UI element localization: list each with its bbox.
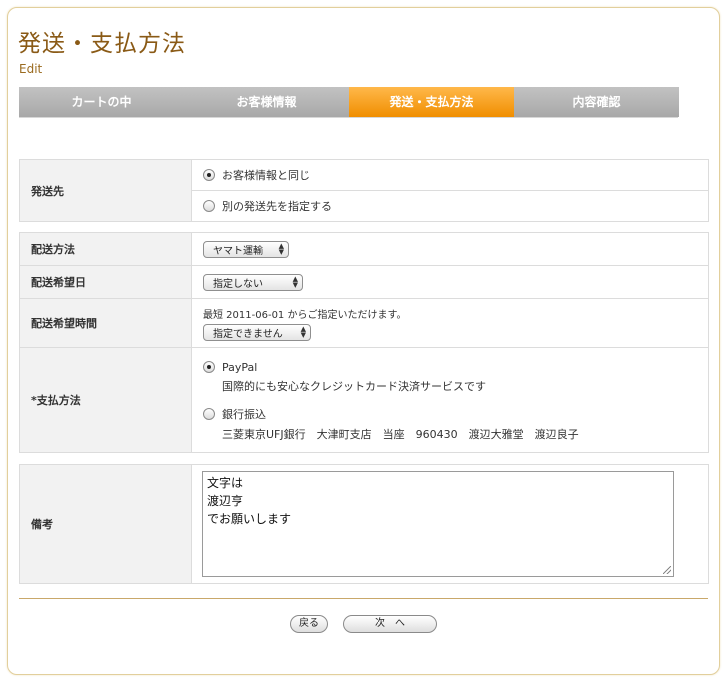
step-customer-info: お客様情報 (184, 87, 349, 117)
next-button[interactable]: 次 へ (343, 615, 437, 633)
payment-paypal-radio[interactable] (203, 361, 215, 373)
remarks-textarea[interactable]: 文字は 渡辺亨 でお願いします (202, 471, 674, 577)
page-title: 発送・支払方法 (18, 31, 186, 57)
delivery-time-select[interactable]: 指定できません ▲ ▼ (203, 323, 311, 341)
payment-bank-radio[interactable] (203, 407, 215, 420)
remarks-line: 文字は (207, 476, 244, 490)
delivery-method-value: ヤマト運輸 (213, 245, 263, 257)
destination-table: 発送先 お客様情報と同じ 別の発送先を指定する (19, 159, 709, 222)
payment-bank-label: 銀行振込 (222, 407, 266, 421)
remarks-line: でお願いします (207, 512, 292, 526)
delivery-time-value: 指定できません (213, 328, 283, 340)
bottom-divider (19, 598, 708, 599)
checkout-steps: カートの中 お客様情報 発送・支払方法 内容確認 (19, 87, 679, 117)
destination-label: 発送先 (19, 159, 192, 222)
select-arrows-icon: ▲ ▼ (278, 242, 284, 256)
payment-label: *支払方法 (19, 347, 192, 453)
payment-paypal-description: 国際的にも安心なクレジットカード決済サービスです (222, 379, 486, 393)
step-cart: カートの中 (19, 87, 184, 117)
destination-other-row: 別の発送先を指定する (191, 190, 709, 222)
select-arrows-icon: ▲ ▼ (300, 325, 306, 339)
delivery-method-label: 配送方法 (19, 232, 192, 266)
delivery-table: 配送方法 ヤマト運輸 ▲ ▼ 配送希望日 指定しない ▲ ▼ 配送希望時間 最短 2… (19, 232, 709, 453)
delivery-date-value: 指定しない (213, 278, 263, 290)
step-shipping-payment: 発送・支払方法 (349, 87, 514, 117)
resize-grip-icon[interactable] (663, 566, 671, 574)
back-button[interactable]: 戻る (290, 615, 328, 633)
payment-bank-description: 三菱東京UFJ銀行 大津町支店 当座 960430 渡辺大雅堂 渡辺良子 (222, 427, 579, 441)
delivery-time-label: 配送希望時間 (19, 298, 192, 348)
destination-same-row: お客様情報と同じ (191, 159, 709, 191)
destination-same-radio[interactable] (203, 169, 215, 181)
delivery-date-label: 配送希望日 (19, 265, 192, 299)
remarks-label: 備考 (19, 464, 192, 584)
payment-paypal-label: PayPal (222, 360, 258, 374)
select-arrows-icon: ▲ ▼ (292, 275, 298, 289)
delivery-date-select[interactable]: 指定しない ▲ ▼ (203, 273, 303, 291)
edit-link[interactable]: Edit (19, 62, 42, 76)
remarks-line: 渡辺亨 (207, 494, 244, 508)
destination-same-label: お客様情報と同じ (222, 169, 310, 182)
steps-divider (19, 117, 678, 118)
delivery-time-note: 最短 2011-06-01 からご指定いただけます。 (203, 309, 407, 321)
destination-other-radio[interactable] (203, 200, 215, 212)
step-confirm: 内容確認 (514, 87, 679, 117)
delivery-method-select[interactable]: ヤマト運輸 ▲ ▼ (203, 240, 289, 258)
destination-other-label: 別の発送先を指定する (222, 200, 332, 213)
